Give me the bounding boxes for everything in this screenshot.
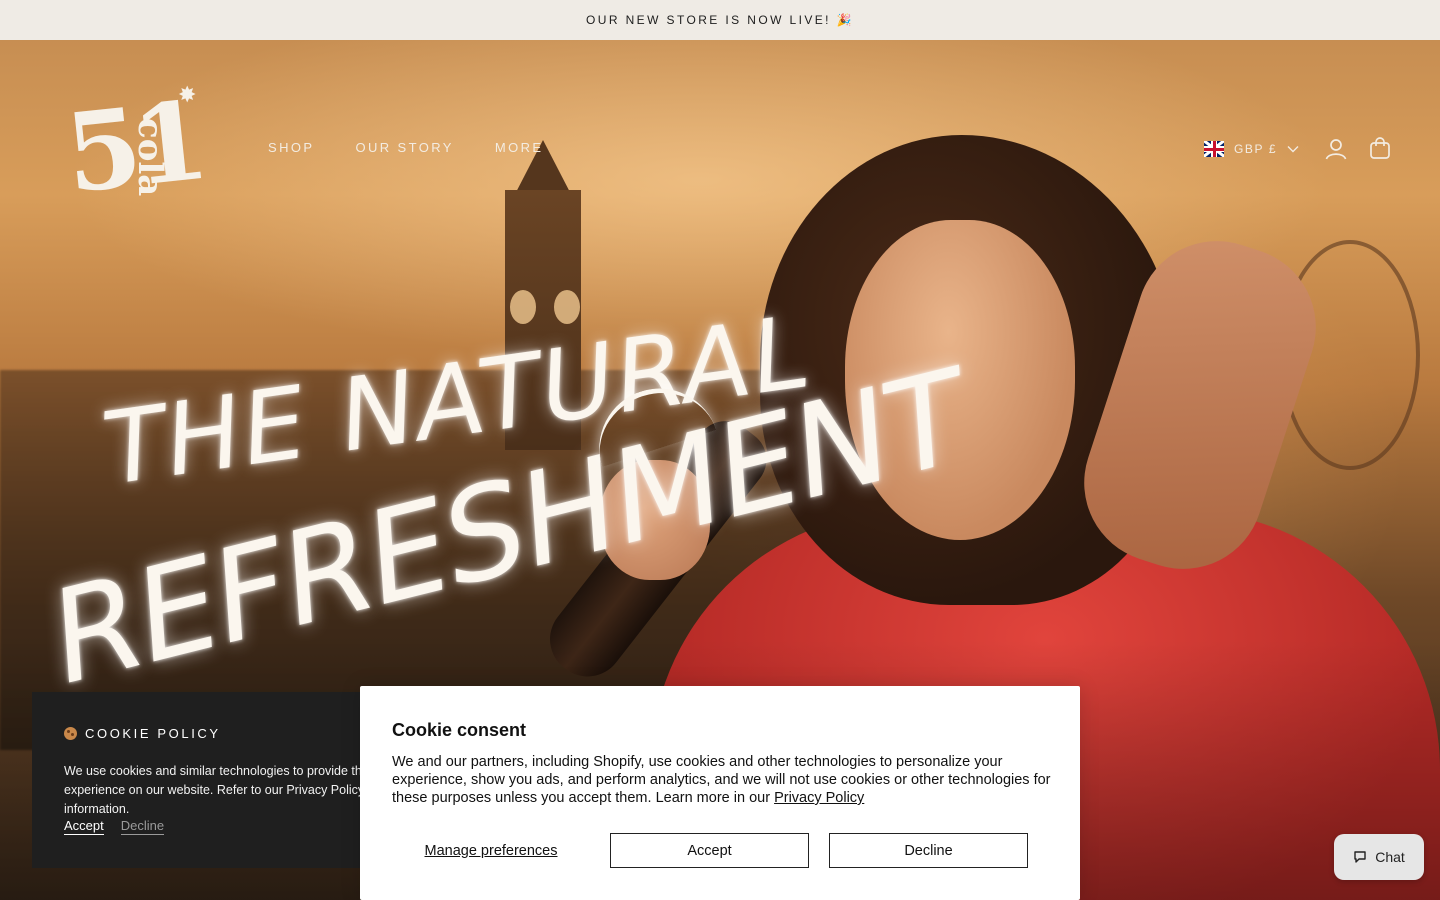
cookie-policy-decline-link[interactable]: Decline — [120, 818, 165, 835]
cookie-consent-body-text: We and our partners, including Shopify, … — [392, 754, 1051, 806]
cookie-policy-title-text: COOKIE POLICY — [85, 726, 221, 741]
decline-button[interactable]: Decline — [829, 833, 1028, 868]
currency-label: GBP £ — [1234, 142, 1278, 156]
currency-selector[interactable]: GBP £ — [1204, 141, 1299, 157]
chat-button[interactable]: Chat — [1334, 834, 1424, 880]
announcement-text: OUR NEW STORE IS NOW LIVE! 🎉 — [586, 13, 854, 27]
cookie-consent-body: We and our partners, including Shopify, … — [392, 753, 1052, 807]
logo-word: cola — [130, 118, 170, 197]
manage-preferences-button[interactable]: Manage preferences — [392, 833, 590, 868]
accept-button[interactable]: Accept — [610, 833, 809, 868]
nav-item-shop[interactable]: SHOP — [268, 140, 314, 155]
brand-logo[interactable]: 51 cola ✸ — [60, 78, 216, 217]
clock-face — [510, 290, 536, 324]
chat-icon — [1354, 851, 1366, 863]
chat-label: Chat — [1375, 849, 1405, 865]
uk-flag-icon — [1204, 141, 1224, 157]
announcement-bar: OUR NEW STORE IS NOW LIVE! 🎉 — [0, 0, 1440, 40]
main-nav: SHOP OUR STORY MORE — [268, 140, 543, 155]
nav-item-more[interactable]: MORE — [495, 140, 544, 155]
account-icon[interactable] — [1324, 137, 1348, 161]
chevron-down-icon — [1287, 146, 1299, 153]
cookie-policy-accept-link[interactable]: Accept — [64, 818, 104, 835]
cookie-consent-title: Cookie consent — [392, 720, 527, 740]
cookie-consent-dialog: Cookie consent We and our partners, incl… — [360, 686, 1080, 900]
nav-item-our-story[interactable]: OUR STORY — [355, 140, 453, 155]
shopping-bag-icon[interactable] — [1368, 136, 1392, 160]
cookie-policy-actions: Accept Decline — [64, 818, 165, 835]
header-utilities: GBP £ — [1204, 136, 1299, 162]
cookie-icon — [64, 727, 77, 740]
logo-star-icon: ✸ — [178, 82, 197, 107]
hero-headline: The Natural Refreshment — [40, 292, 966, 717]
cookie-policy-title: COOKIE POLICY — [64, 726, 221, 741]
privacy-policy-link[interactable]: Privacy Policy — [774, 790, 864, 806]
